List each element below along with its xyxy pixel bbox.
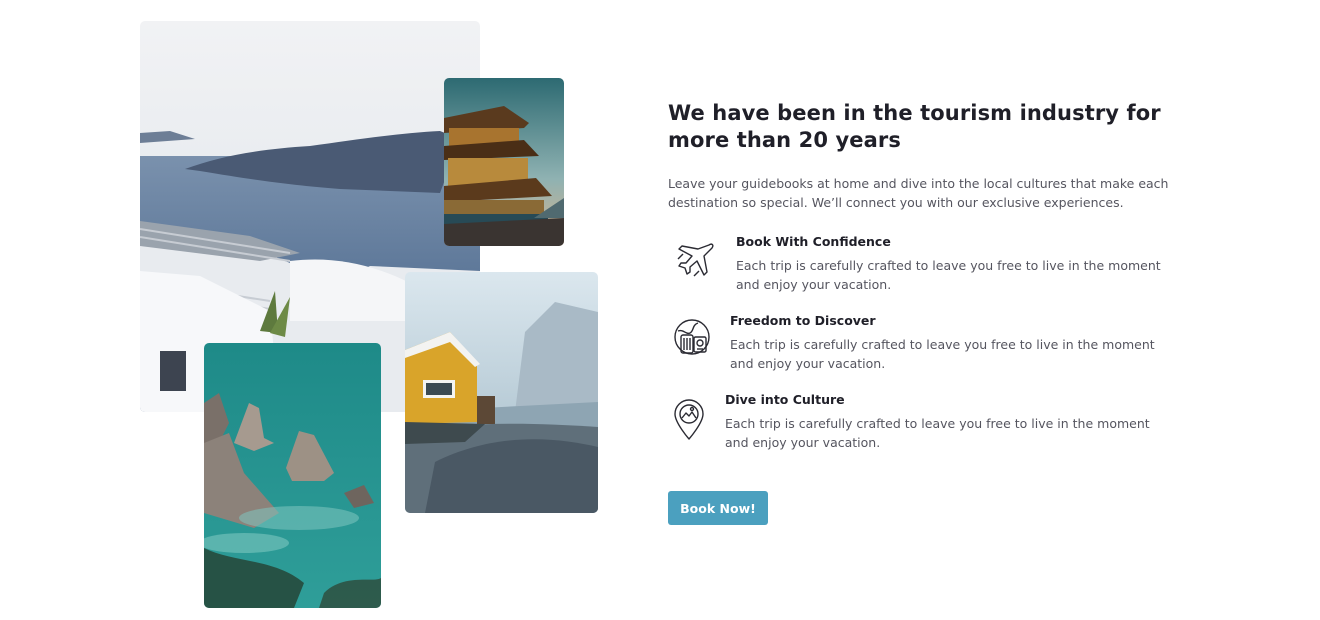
feature-title: Dive into Culture: [725, 392, 845, 407]
temple-photo: [444, 78, 564, 246]
yellow-house-photo: [405, 272, 598, 513]
section-intro: Leave your guidebooks at home and dive i…: [668, 176, 1169, 210]
book-now-button[interactable]: Book Now!: [668, 491, 768, 525]
about-section: We have been in the tourism industry for…: [668, 100, 1178, 212]
sea-rocks-photo: [204, 343, 381, 608]
feature-description: Each trip is carefully crafted to leave …: [725, 416, 1150, 450]
feature-description: Each trip is carefully crafted to leave …: [730, 337, 1155, 371]
feature-title: Book With Confidence: [736, 234, 891, 249]
feature-title: Freedom to Discover: [730, 313, 876, 328]
feature-description: Each trip is carefully crafted to leave …: [736, 258, 1161, 292]
airplane-icon: [674, 239, 716, 285]
map-pin-picture-icon: [672, 397, 706, 445]
travel-globe-luggage-icon: [672, 317, 714, 363]
section-headline: We have been in the tourism industry for…: [668, 101, 1161, 152]
